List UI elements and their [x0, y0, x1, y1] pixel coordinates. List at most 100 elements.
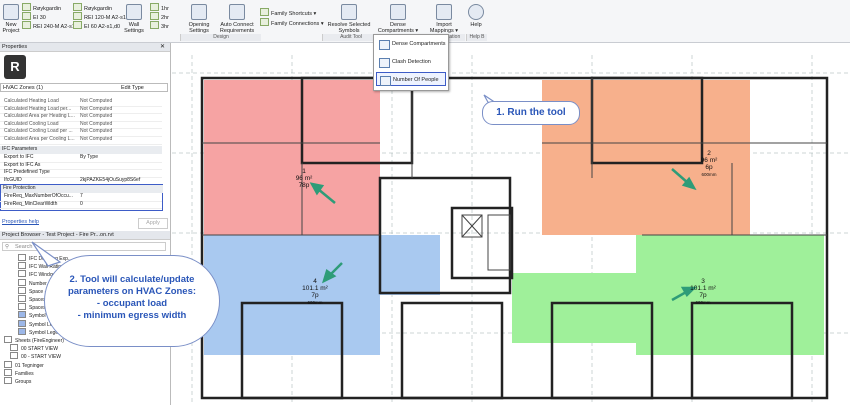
family-shortcuts-button[interactable]: Family Shortcuts ▾: [260, 8, 316, 18]
property-key: Export to IFC: [4, 154, 34, 160]
browser-search-input[interactable]: ⚲ Search: [2, 242, 166, 251]
view-icon: [18, 262, 26, 270]
stair-item[interactable]: 3hr: [150, 21, 169, 31]
property-key: Calculated Heating Load: [4, 98, 59, 104]
property-value[interactable]: By Type: [80, 154, 98, 162]
help-button[interactable]: Help: [466, 2, 486, 28]
group-label: Help B: [466, 34, 487, 41]
view-icon: [18, 295, 26, 302]
type-selector[interactable]: HVAC Zones (1) Edit Type: [0, 83, 168, 92]
view-icon: [4, 368, 12, 376]
dense-compartments-dropdown: Dense Compartments Clash Detection Numbe…: [373, 34, 449, 91]
resolve-icon: [341, 4, 357, 20]
resolve-symbols-button[interactable]: Resolve Selected Symbols: [326, 2, 372, 34]
import-icon: [436, 4, 452, 20]
ifc-section[interactable]: IFC Parameters: [0, 146, 162, 154]
browser-tree-item[interactable]: Families: [0, 368, 172, 377]
dropdown-item-dense[interactable]: Dense Compartments: [376, 37, 446, 51]
family-item[interactable]: EI 60 A2-s1,d0: [73, 21, 120, 31]
family-connections-button[interactable]: Family Connections ▾: [260, 18, 324, 28]
property-key: IFC Predefined Type: [4, 169, 50, 176]
view-icon: [18, 327, 26, 335]
property-value[interactable]: Not Computed: [80, 113, 112, 121]
browser-tree-item[interactable]: Groups: [0, 377, 172, 385]
view-icon: [18, 254, 26, 261]
property-key: Calculated Area per Cooling L...: [4, 136, 75, 142]
view-icon: [18, 319, 26, 327]
drawing-canvas[interactable]: 1 96 m² 78p 2 96 m² 6p 600mm 4 101.1 m² 7p 600mm…: [172, 43, 850, 405]
property-value[interactable]: Not Computed: [80, 136, 112, 144]
dense-icon: [379, 40, 390, 50]
wall-settings-button[interactable]: Wall Settings: [122, 2, 146, 34]
family-item[interactable]: REI 240-M A2-s1...: [22, 21, 79, 31]
people-icon: [380, 76, 391, 86]
property-key: Export to IFC As: [4, 161, 41, 168]
zone-tag-4[interactable]: 4 101.1 m² 7p 600mm: [298, 278, 332, 306]
edit-type-button[interactable]: Edit Type: [121, 84, 144, 92]
connect-icon: [229, 4, 245, 20]
zone-4-fill: [380, 235, 440, 295]
property-key: Calculated Cooling Load: [4, 120, 59, 127]
view-icon: [18, 270, 26, 278]
clash-icon: [379, 58, 390, 68]
close-icon[interactable]: ✕: [160, 43, 165, 50]
callout-pointer: [31, 241, 62, 267]
browser-tree-item[interactable]: 00 - START VIEW: [0, 352, 178, 360]
property-row[interactable]: FireReq_MinClearWidth 0: [0, 201, 162, 210]
new-project-icon: [3, 4, 19, 20]
help-icon: [468, 4, 484, 20]
wall-icon: [126, 4, 142, 20]
properties-title: Properties: [0, 43, 170, 52]
browser-tree-item[interactable]: 01 Tegninger: [0, 360, 172, 369]
property-key: Calculated Heating Load per...: [4, 105, 72, 112]
new-project-button[interactable]: New Project: [2, 2, 20, 34]
view-icon: [18, 278, 26, 286]
view-icon: [18, 311, 26, 319]
zone-4-fill: [204, 235, 380, 355]
properties-help-link[interactable]: Properties help: [2, 219, 39, 225]
zone-tag-1[interactable]: 1 96 m² 78p: [292, 168, 316, 189]
floor-plan: [172, 55, 850, 405]
import-mappings-button[interactable]: Import Mappings ▾: [428, 2, 460, 34]
property-value[interactable]: Not Computed: [80, 128, 112, 136]
dense-icon: [390, 4, 406, 20]
dense-compartments-button[interactable]: Dense Compartments ▾: [376, 2, 420, 34]
apply-button[interactable]: Apply: [138, 218, 168, 229]
properties-panel: Properties ✕ R HVAC Zones (1) Edit Type …: [0, 43, 171, 405]
property-key: FireReq_MinClearWidth: [4, 200, 58, 207]
view-icon: [10, 344, 18, 352]
browser-title: Project Browser - Test Project - Fire Pr…: [0, 231, 170, 240]
property-row[interactable]: Calculated Area per Cooling L... Not Comp…: [0, 136, 162, 145]
search-icon: ⚲: [5, 244, 10, 250]
property-value[interactable]: 7: [80, 193, 83, 201]
view-icon: [18, 286, 26, 294]
opening-icon: [191, 4, 207, 20]
group-label: Audit Tool: [322, 34, 379, 41]
view-icon: [4, 360, 12, 368]
property-value[interactable]: Not Computed: [80, 98, 112, 106]
zone-3-fill: [512, 273, 636, 343]
run-tool-callout: 1. Run the tool: [482, 101, 580, 125]
property-value[interactable]: 0: [80, 201, 83, 209]
property-key: FireReq_MaxNumberOfOccu...: [4, 193, 73, 199]
property-value[interactable]: Not Computed: [80, 106, 112, 114]
property-key: Calculated Cooling Load per ...: [4, 128, 73, 135]
group-label: Design: [180, 34, 261, 41]
dropdown-item-number-of-people[interactable]: Number Of People: [376, 72, 446, 86]
dropdown-item-clash[interactable]: Clash Detection: [376, 55, 446, 69]
view-icon: [4, 336, 12, 343]
property-value[interactable]: Not Computed: [80, 121, 112, 129]
zone-tag-2[interactable]: 2 96 m² 6p 600mm: [694, 150, 724, 178]
opening-settings-button[interactable]: Opening Settings: [184, 2, 214, 34]
zone-tag-3[interactable]: 3 101.1 m² 7p 600mm: [686, 278, 720, 306]
tool-description-callout: 2. Tool will calculate/update parameters…: [44, 255, 220, 347]
view-icon: [10, 352, 18, 360]
zone-1-fill: [204, 80, 380, 235]
property-key: Calculated Area per Heating L...: [4, 113, 75, 120]
view-icon: [18, 303, 26, 311]
zone-3-fill: [636, 235, 824, 355]
view-icon: [4, 377, 12, 384]
fire-section[interactable]: Fire Protection: [1, 185, 163, 193]
auto-connect-button[interactable]: Auto Connect Requirements: [217, 2, 257, 34]
revit-logo: R: [4, 55, 26, 79]
